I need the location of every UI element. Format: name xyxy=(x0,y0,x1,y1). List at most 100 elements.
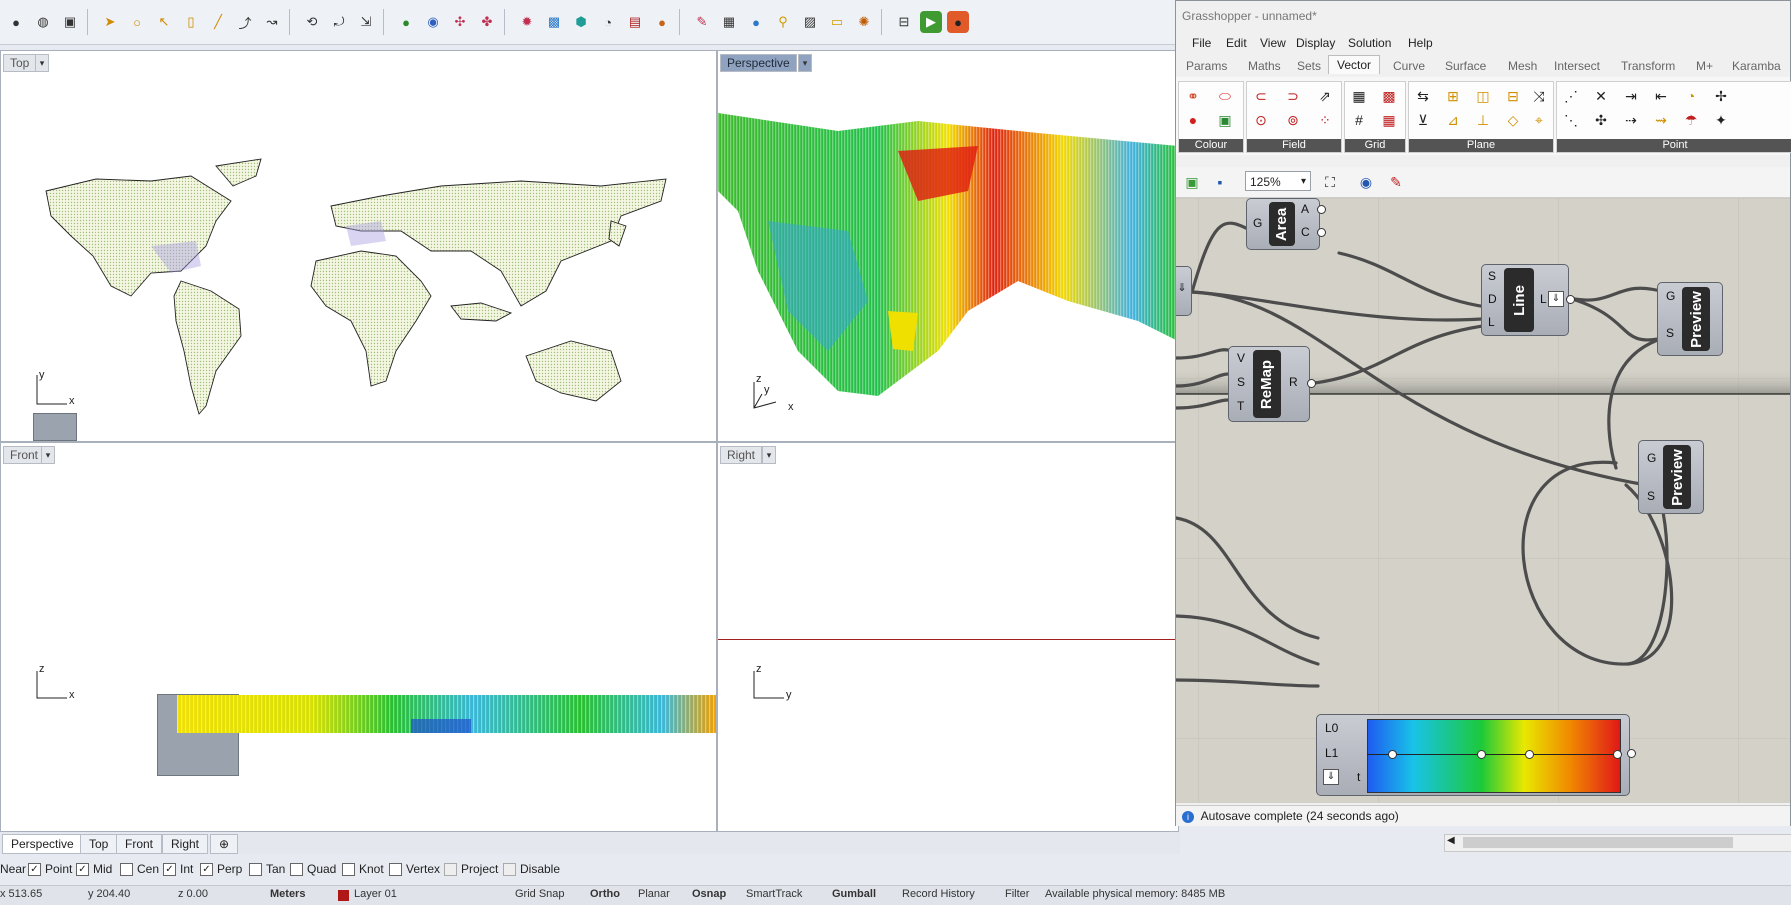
input-port-s[interactable]: S xyxy=(1237,375,1245,389)
pipe-icon[interactable]: ◔ xyxy=(597,11,619,33)
plane-xy-icon[interactable]: ⊻ xyxy=(1413,110,1433,130)
sketch-pen-icon[interactable]: ✎ xyxy=(1386,172,1406,192)
curve-icon[interactable]: ↝ xyxy=(261,11,283,33)
chest-icon[interactable]: ▤ xyxy=(624,11,646,33)
menu-file[interactable]: File xyxy=(1192,36,1211,50)
output-pin[interactable] xyxy=(1317,228,1326,237)
tab-karamba[interactable]: Karamba xyxy=(1732,59,1781,73)
layer-swatch[interactable] xyxy=(338,890,349,901)
plane-fit-icon[interactable]: ◫ xyxy=(1473,86,1493,106)
filter-toggle[interactable]: Filter xyxy=(1005,888,1029,900)
field-spin-icon[interactable]: ⊙ xyxy=(1251,110,1271,130)
colour-image-icon[interactable]: ▣ xyxy=(1215,110,1235,130)
osnap-checkbox[interactable] xyxy=(389,862,402,876)
ortho-toggle[interactable]: Ortho xyxy=(590,888,620,900)
grasshopper-canvas[interactable]: ⇓ Area G A C Line S D L L ⇓ Preview G S … xyxy=(1176,198,1790,803)
input-port-d[interactable]: D xyxy=(1488,292,1497,306)
molecule-icon[interactable]: ✣ xyxy=(449,11,471,33)
flatten-icon[interactable]: ⇓ xyxy=(1548,291,1564,307)
osnap-checkbox[interactable]: ✓ xyxy=(28,862,41,876)
current-layer[interactable]: Layer 01 xyxy=(354,888,397,900)
osnap-checkbox[interactable] xyxy=(290,862,303,876)
folder-icon[interactable]: ▭ xyxy=(826,11,848,33)
input-port-s[interactable]: S xyxy=(1488,269,1496,283)
plane-offset-icon[interactable]: ◇ xyxy=(1503,110,1523,130)
plane-align-icon[interactable]: ⊟ xyxy=(1503,86,1523,106)
tab-mesh[interactable]: Mesh xyxy=(1508,59,1537,73)
tab-maths[interactable]: Maths xyxy=(1248,59,1281,73)
colour-swatch-icon[interactable]: ⬭ xyxy=(1215,86,1235,106)
osnap-checkbox[interactable] xyxy=(249,862,262,876)
viewport-right[interactable]: Right ▾ z y xyxy=(717,442,1179,832)
sun-icon[interactable]: ✺ xyxy=(853,11,875,33)
globe-icon[interactable]: ◍ xyxy=(32,11,54,33)
point-oriented-icon[interactable]: ⇝ xyxy=(1651,110,1671,130)
sphere-icon[interactable]: ● xyxy=(5,11,27,33)
remap-component[interactable]: ReMap V S T R xyxy=(1228,346,1310,422)
open-file-icon[interactable]: ▣ xyxy=(1182,172,1202,192)
link-icon[interactable]: ✤ xyxy=(476,11,498,33)
rotate-icon[interactable]: ⤾ xyxy=(328,11,350,33)
preview-component-2[interactable]: Preview G S xyxy=(1638,440,1704,514)
menu-edit[interactable]: Edit xyxy=(1226,36,1247,50)
preview-eye-icon[interactable]: ◉ xyxy=(1356,172,1376,192)
grid-tri-icon[interactable]: ▦ xyxy=(1379,110,1399,130)
material-icon[interactable]: ◉ xyxy=(422,11,444,33)
osnap-checkbox[interactable] xyxy=(342,862,355,876)
point-sort-icon[interactable]: ✢ xyxy=(1711,86,1731,106)
osnap-toggle[interactable]: Osnap xyxy=(692,888,726,900)
input-port-v[interactable]: V xyxy=(1237,351,1245,365)
point-decompose-icon[interactable]: ⋱ xyxy=(1561,110,1581,130)
scale-icon[interactable]: ⇲ xyxy=(355,11,377,33)
field-magnet-icon[interactable]: ⊂ xyxy=(1251,86,1271,106)
transform-icon[interactable]: ⟲ xyxy=(301,11,323,33)
lock-icon[interactable]: ▣ xyxy=(59,11,81,33)
plane-xz-icon[interactable]: ⇆ xyxy=(1413,86,1433,106)
tab-curve[interactable]: Curve xyxy=(1393,59,1425,73)
menu-help[interactable]: Help xyxy=(1408,36,1433,50)
osnap-checkbox[interactable]: ✓ xyxy=(200,862,213,876)
field-point-icon[interactable]: ⊚ xyxy=(1283,110,1303,130)
smarttrack-toggle[interactable]: SmartTrack xyxy=(746,888,802,900)
tab-params[interactable]: Params xyxy=(1186,59,1227,73)
tab-surface[interactable]: Surface xyxy=(1445,59,1486,73)
point-polar-icon[interactable]: ◔ xyxy=(1681,86,1701,106)
viewport-label-right[interactable]: Right xyxy=(720,446,763,464)
input-port-t[interactable]: t xyxy=(1357,770,1360,784)
osnap-checkbox[interactable] xyxy=(120,862,133,876)
viewport-top[interactable]: Top ▾ y x xyxy=(0,50,717,442)
osnap-vertex[interactable]: Vertex xyxy=(389,862,440,876)
dot-icon[interactable]: ● xyxy=(745,11,767,33)
osnap-near[interactable]: Near xyxy=(0,862,26,876)
output-pin[interactable] xyxy=(1566,295,1575,304)
gradient-editor[interactable] xyxy=(1367,719,1621,793)
point-icon[interactable]: ○ xyxy=(126,11,148,33)
preview-component-1[interactable]: Preview G S xyxy=(1657,282,1723,356)
output-port-c[interactable]: C xyxy=(1301,225,1310,239)
osnap-int[interactable]: ✓ Int xyxy=(163,862,193,876)
flatten-icon[interactable]: ⇓ xyxy=(1323,769,1339,785)
planar-toggle[interactable]: Planar xyxy=(638,888,670,900)
plane-normal-icon[interactable]: ⊥ xyxy=(1473,110,1493,130)
field-magnet2-icon[interactable]: ⊃ xyxy=(1283,86,1303,106)
input-port-g[interactable]: G xyxy=(1647,451,1656,465)
plane-adjust-icon[interactable]: ⌖ xyxy=(1529,110,1549,130)
tab-front[interactable]: Front xyxy=(116,834,163,854)
point-closest-icon[interactable]: ⇤ xyxy=(1651,86,1671,106)
input-port-l[interactable]: L xyxy=(1488,315,1495,329)
viewport-layout-icon[interactable]: ⊟ xyxy=(893,11,915,33)
input-port-g[interactable]: G xyxy=(1253,216,1262,230)
zoom-extents-icon[interactable]: ⛶ xyxy=(1320,172,1340,192)
ball-icon[interactable]: ● xyxy=(651,11,673,33)
point-xyz-icon[interactable]: ⋰ xyxy=(1561,86,1581,106)
record-icon[interactable]: ● xyxy=(947,11,969,33)
colour-rgb-icon[interactable]: ⚭ xyxy=(1183,86,1203,106)
line-component[interactable]: Line S D L L ⇓ xyxy=(1481,264,1569,336)
polyline-icon[interactable]: ⤴ xyxy=(234,11,256,33)
tab-transform[interactable]: Transform xyxy=(1621,59,1675,73)
output-pin[interactable] xyxy=(1317,205,1326,214)
osnap-checkbox[interactable]: ✓ xyxy=(76,862,89,876)
record-history-toggle[interactable]: Record History xyxy=(902,888,975,900)
brush-icon[interactable]: ✎ xyxy=(691,11,713,33)
gumball-toggle[interactable]: Gumball xyxy=(832,888,876,900)
